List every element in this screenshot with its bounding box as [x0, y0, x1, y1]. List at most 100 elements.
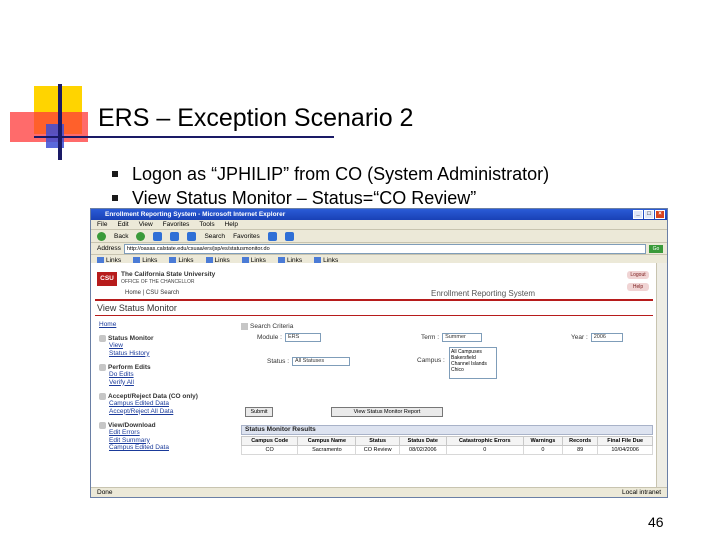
search-button[interactable]: Search — [204, 233, 225, 240]
table-cell: CO Review — [355, 445, 400, 455]
bullet-item: Logon as “JPHILIP” from CO (System Admin… — [112, 162, 549, 186]
sidebar-item-edit-summary[interactable]: Edit Summary — [99, 437, 227, 445]
column-header[interactable]: Records — [562, 436, 599, 446]
maximize-icon[interactable]: □ — [644, 210, 654, 219]
menu-edit[interactable]: Edit — [117, 220, 128, 229]
menu-help[interactable]: Help — [225, 220, 238, 229]
search-criteria-label: Search Criteria — [250, 323, 294, 330]
bullet-item: View Status Monitor – Status=“CO Review” — [112, 186, 549, 210]
sidebar-item-view[interactable]: View — [99, 342, 227, 350]
column-header[interactable]: Catastrophic Errors — [445, 436, 524, 446]
bullet-list: Logon as “JPHILIP” from CO (System Admin… — [112, 162, 549, 210]
menu-favorites[interactable]: Favorites — [163, 220, 190, 229]
collapse-icon[interactable] — [241, 323, 248, 330]
slide-title: ERS – Exception Scenario 2 — [98, 104, 414, 132]
sidebar-item-status-history[interactable]: Status History — [99, 350, 227, 358]
sidebar-item-campus-edited-data[interactable]: Campus Edited Data — [99, 400, 227, 408]
module-field: Module : ERS — [257, 333, 321, 342]
window-titlebar: Enrollment Reporting System - Microsoft … — [91, 209, 667, 220]
address-label: Address — [97, 245, 121, 252]
sidebar-section: Accept/Reject Data (CO only) Campus Edit… — [99, 393, 227, 415]
page-content: CSU The California State University OFFI… — [91, 263, 657, 487]
help-icon[interactable]: Help — [627, 283, 649, 291]
page-number: 46 — [648, 514, 664, 530]
view-report-button[interactable]: View Status Monitor Report — [331, 407, 443, 417]
go-button[interactable]: Go — [649, 244, 663, 253]
term-label: Term : — [421, 334, 440, 341]
status-field: Status : All Statuses — [267, 357, 351, 366]
heading-divider — [95, 315, 653, 316]
sidebar-section: Status Monitor View Status History — [99, 335, 227, 357]
folder-icon — [99, 335, 106, 342]
year-label: Year : — [571, 334, 588, 341]
sidebar-item-edit-errors[interactable]: Edit Errors — [99, 429, 227, 437]
stop-icon[interactable] — [153, 231, 163, 241]
back-arrow-icon[interactable] — [97, 231, 106, 241]
sidebar: Home Status Monitor View Status History … — [99, 321, 227, 487]
office-name: OFFICE OF THE CHANCELLOR — [121, 279, 195, 285]
column-header[interactable]: Warnings — [522, 436, 564, 446]
favorites-button[interactable]: Favorites — [233, 233, 260, 240]
table-cell: 10/04/2006 — [597, 445, 653, 455]
column-header[interactable]: Status — [355, 436, 400, 446]
status-label: Status : — [267, 358, 290, 365]
sidebar-home-link[interactable]: Home — [99, 321, 227, 328]
table-cell: Sacramento — [297, 445, 357, 455]
browser-status-bar: Done Local intranet — [91, 487, 667, 497]
column-header[interactable]: Campus Code — [240, 436, 299, 446]
campus-field-label: Campus : — [417, 357, 445, 364]
table-row[interactable]: CO Sacramento CO Review 08/02/2006 0 0 8… — [240, 445, 653, 455]
sidebar-item-accept-reject-all[interactable]: Accept/Reject All Data — [99, 408, 227, 416]
column-header[interactable]: Campus Name — [297, 436, 357, 446]
sidebar-item-do-edits[interactable]: Do Edits — [99, 371, 227, 379]
mail-icon[interactable] — [267, 231, 277, 241]
year-select[interactable]: 2006 — [590, 333, 623, 342]
module-select[interactable]: ERS — [284, 333, 321, 342]
minimize-icon[interactable]: _ — [633, 210, 643, 219]
print-icon[interactable] — [284, 231, 294, 241]
term-select[interactable]: Summer — [442, 333, 483, 342]
column-header[interactable]: Status Date — [398, 436, 447, 446]
sidebar-item-campus-edited-data-download[interactable]: Campus Edited Data — [99, 444, 227, 452]
sidebar-section-title: View/Download — [108, 422, 156, 429]
home-icon[interactable] — [187, 231, 197, 241]
column-header[interactable]: Final File Due — [597, 436, 653, 446]
folder-icon — [99, 393, 106, 400]
browser-window: Enrollment Reporting System - Microsoft … — [90, 208, 668, 498]
menu-file[interactable]: File — [97, 220, 107, 229]
forward-arrow-icon[interactable] — [136, 231, 146, 241]
refresh-icon[interactable] — [170, 231, 180, 241]
university-name: The California State University — [121, 271, 216, 278]
zone-text: Local intranet — [621, 489, 661, 496]
vertical-scrollbar[interactable] — [656, 263, 667, 487]
menu-view[interactable]: View — [139, 220, 153, 229]
campus-label: Campus : — [417, 357, 445, 364]
address-bar: Address http://oasas.calstate.edu/csuaa/… — [91, 242, 667, 254]
sidebar-section-title: Status Monitor — [108, 335, 154, 342]
campus-option[interactable]: Chico — [451, 367, 495, 373]
back-button[interactable]: Back — [114, 233, 128, 240]
main-panel: Search Criteria Module : ERS Term : Summ… — [240, 323, 653, 487]
submit-button[interactable]: Submit — [245, 407, 273, 417]
sidebar-section: Perform Edits Do Edits Verify All — [99, 364, 227, 386]
sidebar-section-title: Perform Edits — [108, 364, 151, 371]
menu-bar: File Edit View Favorites Tools Help — [91, 220, 667, 229]
search-criteria-header: Search Criteria — [241, 323, 653, 330]
status-select[interactable]: All Statuses — [292, 357, 351, 366]
close-icon[interactable]: × — [655, 210, 665, 219]
logout-icon[interactable]: Logout — [627, 271, 649, 279]
sidebar-item-verify-all[interactable]: Verify All — [99, 379, 227, 387]
module-label: Module : — [257, 334, 282, 341]
csu-logo: CSU — [97, 272, 117, 286]
folder-icon — [99, 422, 106, 429]
results-table: Campus Code Campus Name Status Status Da… — [240, 436, 653, 455]
address-input[interactable]: http://oasas.calstate.edu/csuaa/ers/jsp/… — [123, 243, 646, 254]
decor-vertical-line — [58, 84, 62, 160]
table-cell: 0 — [445, 445, 524, 455]
table-header-row: Campus Code Campus Name Status Status Da… — [240, 436, 653, 446]
site-nav[interactable]: Home | CSU Search — [125, 290, 179, 296]
menu-tools[interactable]: Tools — [199, 220, 214, 229]
folder-icon — [99, 364, 106, 371]
campus-listbox[interactable]: All Campuses Bakersfield Channel Islands… — [449, 347, 497, 379]
term-field: Term : Summer — [421, 333, 483, 342]
